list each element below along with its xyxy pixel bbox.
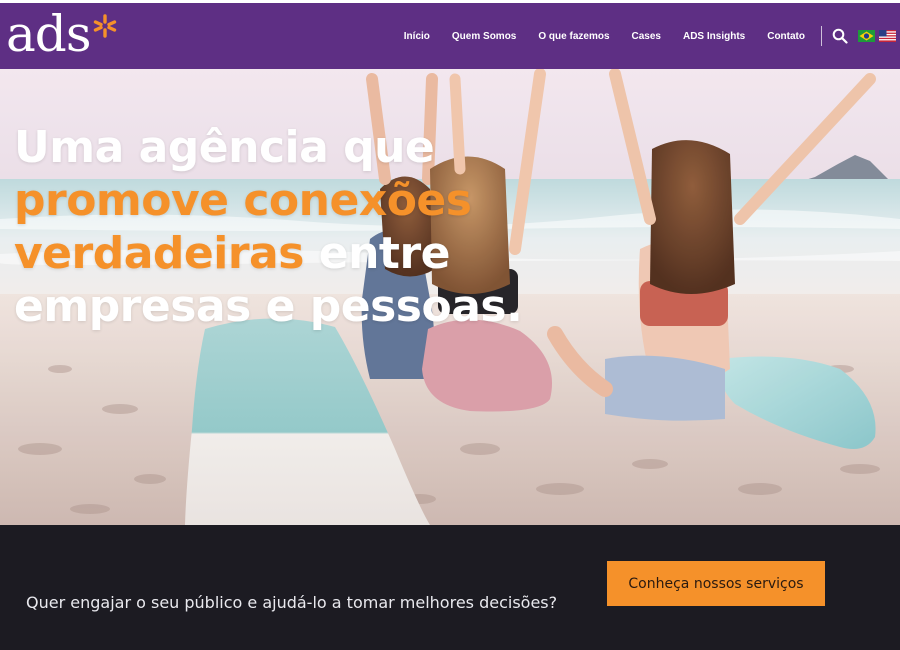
nav-divider xyxy=(821,26,822,46)
hero-line-1: Uma agência que xyxy=(14,122,435,173)
nav-item-o-que-fazemos[interactable]: O que fazemos xyxy=(538,31,609,42)
main-nav: Início Quem Somos O que fazemos Cases AD… xyxy=(404,3,900,69)
hero-line-3: verdadeiras entre xyxy=(14,227,522,280)
hero-line-4: empresas e pessoas. xyxy=(14,281,523,332)
search-icon[interactable] xyxy=(832,28,848,44)
flag-brazil-icon[interactable] xyxy=(858,30,875,42)
hero-headline: Uma agência que promove conexões verdade… xyxy=(14,121,523,333)
flag-usa-icon[interactable] xyxy=(879,30,896,42)
logo-asterisk-icon xyxy=(94,14,117,38)
nav-item-ads-insights[interactable]: ADS Insights xyxy=(683,31,745,42)
hero-line-2: promove conexões xyxy=(14,175,472,226)
hero-line-3-highlight: verdadeiras xyxy=(14,228,304,279)
hero-section: Uma agência que promove conexões verdade… xyxy=(0,69,900,525)
hero-line-3-rest: entre xyxy=(303,228,451,279)
nav-item-quem-somos[interactable]: Quem Somos xyxy=(452,31,516,42)
site-header: ads Início Quem Somos O que fazemos Case… xyxy=(0,3,900,69)
logo[interactable]: ads xyxy=(6,5,118,67)
cta-text: Quer engajar o seu público e ajudá-lo a … xyxy=(26,593,558,612)
nav-item-contato[interactable]: Contato xyxy=(767,31,805,42)
nav-item-inicio[interactable]: Início xyxy=(404,31,430,42)
services-button[interactable]: Conheça nossos serviços xyxy=(607,561,825,606)
logo-text: ads xyxy=(6,5,91,63)
page: ads Início Quem Somos O que fazemos Case… xyxy=(0,0,900,650)
nav-item-cases[interactable]: Cases xyxy=(632,31,661,42)
